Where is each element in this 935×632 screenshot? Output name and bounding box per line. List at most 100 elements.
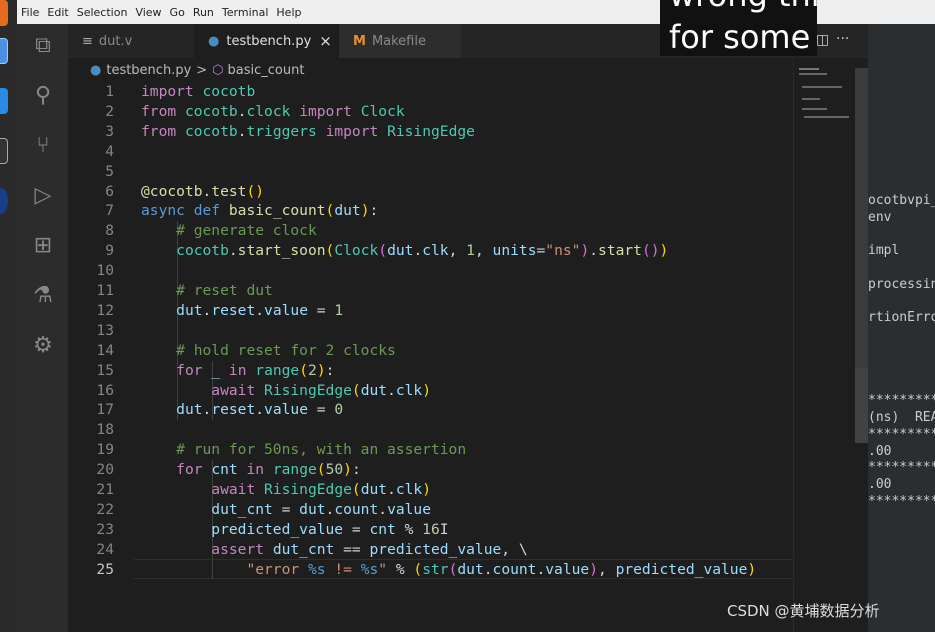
code-line[interactable]: await RisingEdge(dut.clk)	[141, 480, 431, 500]
vertical-scrollbar[interactable]	[855, 68, 868, 368]
code-token: .	[483, 560, 493, 578]
code-token: )	[589, 560, 598, 578]
code-line[interactable]: async def basic_count(dut):	[141, 201, 378, 221]
code-token: from	[141, 102, 177, 120]
code-line[interactable]: from cocotb.clock import Clock	[141, 102, 405, 122]
code-token: cocotb	[202, 83, 256, 100]
source-control-icon[interactable]: ⑂	[29, 132, 57, 160]
explorer-icon[interactable]: ⧉	[29, 32, 57, 60]
code-token: 2	[308, 361, 317, 379]
code-token: import	[299, 102, 352, 120]
chrome-icon[interactable]	[0, 188, 8, 214]
testing-flask-icon[interactable]: ⚗	[29, 282, 57, 310]
terminal-panel[interactable]: ocotbvpi_ env impl processin rtionErro ******…	[868, 24, 935, 632]
code-token: ,	[474, 242, 493, 260]
tab-dut-v[interactable]: ≡ dut.v	[68, 24, 194, 58]
code-line[interactable]: for _ in range(2):	[141, 361, 334, 381]
line-number: 23	[96, 520, 114, 538]
code-token: dut_cnt	[211, 500, 273, 518]
code-line[interactable]: cocotb.start_soon(Clock(dut.clk, 1, unit…	[141, 241, 668, 261]
close-tab-icon[interactable]: ×	[319, 32, 332, 50]
code-token: count	[492, 560, 537, 578]
breadcrumb-file[interactable]: testbench.py	[106, 63, 191, 78]
code-token: cocotb	[176, 242, 229, 260]
code-token: 16	[422, 520, 440, 538]
code-token: .	[387, 481, 396, 498]
code-line[interactable]: # hold reset for 2 clocks	[141, 341, 396, 361]
code-line[interactable]: # reset dut	[141, 281, 273, 301]
tab-testbench-py[interactable]: ● testbench.py ×	[194, 24, 339, 58]
scrollbar-thumb[interactable]	[855, 368, 868, 443]
code-token: )	[659, 242, 669, 260]
code-line[interactable]: assert dut_cnt == predicted_value, \	[141, 540, 527, 560]
code-token: basic_count	[228, 202, 326, 220]
code-line[interactable]: "error %s != %s" % (str(dut.count.value)…	[141, 560, 756, 580]
remote-explorer-icon[interactable]: ⚙	[29, 332, 57, 360]
code-line[interactable]: dut.reset.value = 0	[141, 400, 343, 420]
code-token: Clock	[360, 102, 405, 120]
code-line[interactable]: from cocotb.triggers import RisingEdge	[141, 122, 475, 142]
menu-go[interactable]: Go	[170, 6, 185, 19]
subtitle-line-1: wrong thing your	[669, 0, 817, 12]
files-icon[interactable]	[0, 38, 8, 64]
extensions-icon[interactable]: ⊞	[29, 232, 57, 260]
more-actions-icon[interactable]: ···	[836, 31, 849, 47]
line-number: 15	[96, 361, 114, 379]
code-line[interactable]: @cocotb.test()	[141, 182, 264, 202]
code-token: "	[378, 560, 388, 578]
menu-run[interactable]: Run	[193, 6, 214, 19]
menu-file[interactable]: File	[21, 6, 39, 19]
code-token: await	[211, 381, 256, 399]
line-number: 16	[96, 381, 114, 399]
tab-makefile[interactable]: M Makefile	[339, 24, 461, 58]
menu-help[interactable]: Help	[276, 6, 301, 19]
code-line[interactable]: predicted_value = cnt % 16I	[141, 520, 448, 540]
app-icon[interactable]	[0, 138, 8, 164]
terminal-line: (ns) REA	[868, 410, 935, 426]
menu-selection[interactable]: Selection	[77, 6, 128, 19]
code-token: 50	[325, 461, 344, 479]
code-line[interactable]: import cocotb	[141, 82, 255, 102]
code-line[interactable]: # run for 50ns, with an assertion	[141, 440, 466, 460]
vscode-icon[interactable]	[0, 88, 8, 114]
breadcrumb-symbol[interactable]: basic_count	[228, 63, 305, 78]
code-line[interactable]: for cnt in range(50):	[141, 460, 361, 480]
line-number: 20	[96, 461, 114, 479]
code-token: import	[325, 122, 379, 140]
code-editor[interactable]: 1 import cocotb 2 from cocotb.clock import …	[68, 82, 794, 632]
code-token: :	[369, 202, 379, 220]
code-token: count	[334, 500, 379, 518]
menu-edit[interactable]: Edit	[47, 6, 68, 19]
terminal-line: processin	[868, 276, 935, 292]
firefox-icon[interactable]	[0, 0, 8, 26]
code-line[interactable]: dut.reset.value = 1	[141, 301, 343, 321]
code-line[interactable]: dut_cnt = dut.count.value	[141, 500, 431, 520]
minimap[interactable]	[793, 58, 855, 632]
code-line[interactable]: await RisingEdge(dut.clk)	[141, 381, 431, 401]
code-token: (	[378, 242, 388, 260]
code-token: def	[193, 202, 221, 220]
code-token: .	[325, 500, 335, 518]
split-editor-icon[interactable]: ◫	[816, 32, 829, 48]
menu-terminal[interactable]: Terminal	[222, 6, 269, 19]
line-number: 5	[105, 162, 114, 180]
run-debug-icon[interactable]: ▷	[29, 182, 57, 210]
menu-view[interactable]: View	[135, 6, 161, 19]
code-token: @cocotb.test	[141, 182, 247, 200]
line-number: 21	[96, 481, 114, 498]
terminal-line: rtionErro	[868, 309, 935, 325]
code-line[interactable]: # generate clock	[141, 221, 317, 241]
code-token: reset	[211, 401, 256, 419]
search-icon[interactable]: ⚲	[29, 82, 57, 110]
terminal-line: *********	[868, 426, 935, 442]
line-number: 3	[105, 122, 114, 140]
